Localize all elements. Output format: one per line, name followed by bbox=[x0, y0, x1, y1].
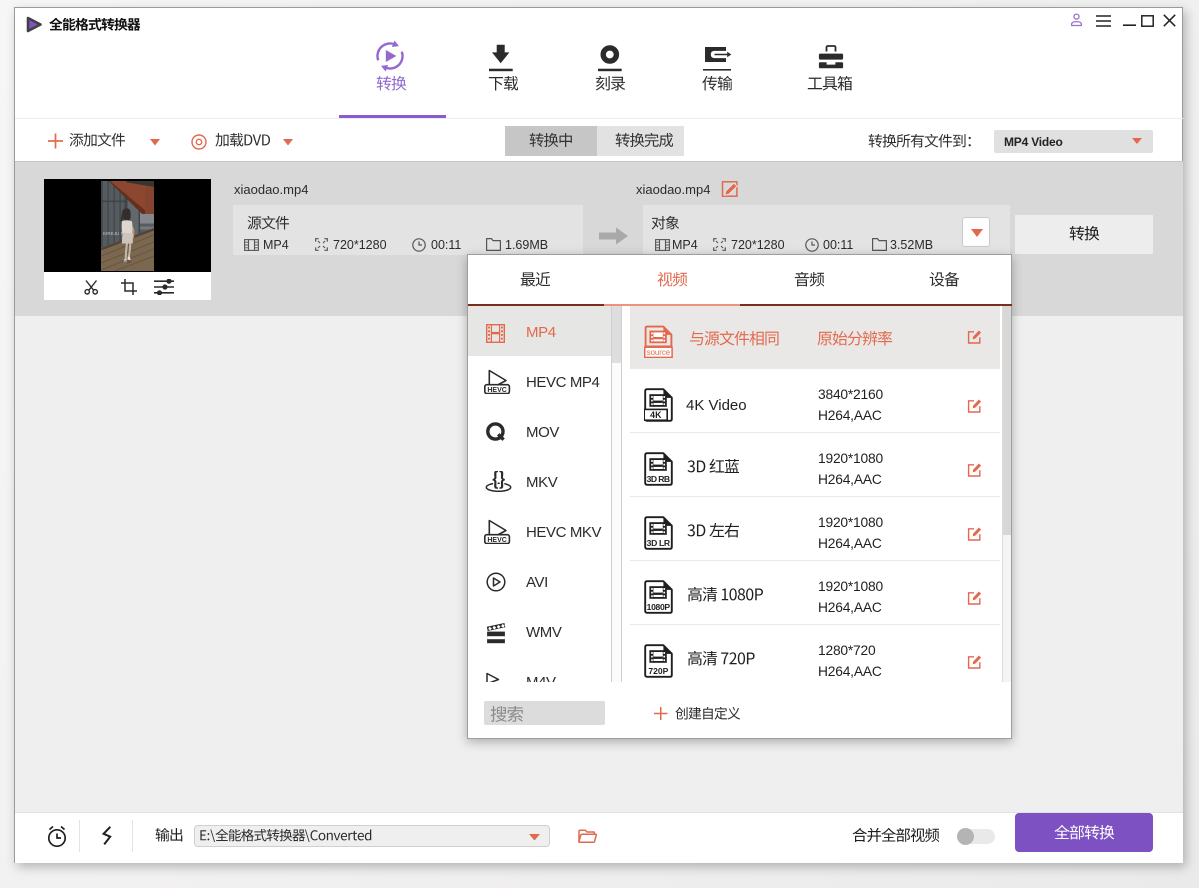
svg-text:3D LR: 3D LR bbox=[647, 538, 671, 548]
svg-text:source: source bbox=[647, 348, 670, 357]
svg-text:3D RB: 3D RB bbox=[647, 474, 671, 484]
svg-text:1080P: 1080P bbox=[647, 602, 671, 612]
svg-text:KIRKJU FI: KIRKJU FI bbox=[103, 231, 125, 236]
svg-text:4K: 4K bbox=[650, 410, 662, 420]
svg-text:720P: 720P bbox=[648, 666, 668, 676]
svg-text:HEVC: HEVC bbox=[487, 537, 506, 544]
svg-text:HEVC: HEVC bbox=[487, 387, 506, 394]
